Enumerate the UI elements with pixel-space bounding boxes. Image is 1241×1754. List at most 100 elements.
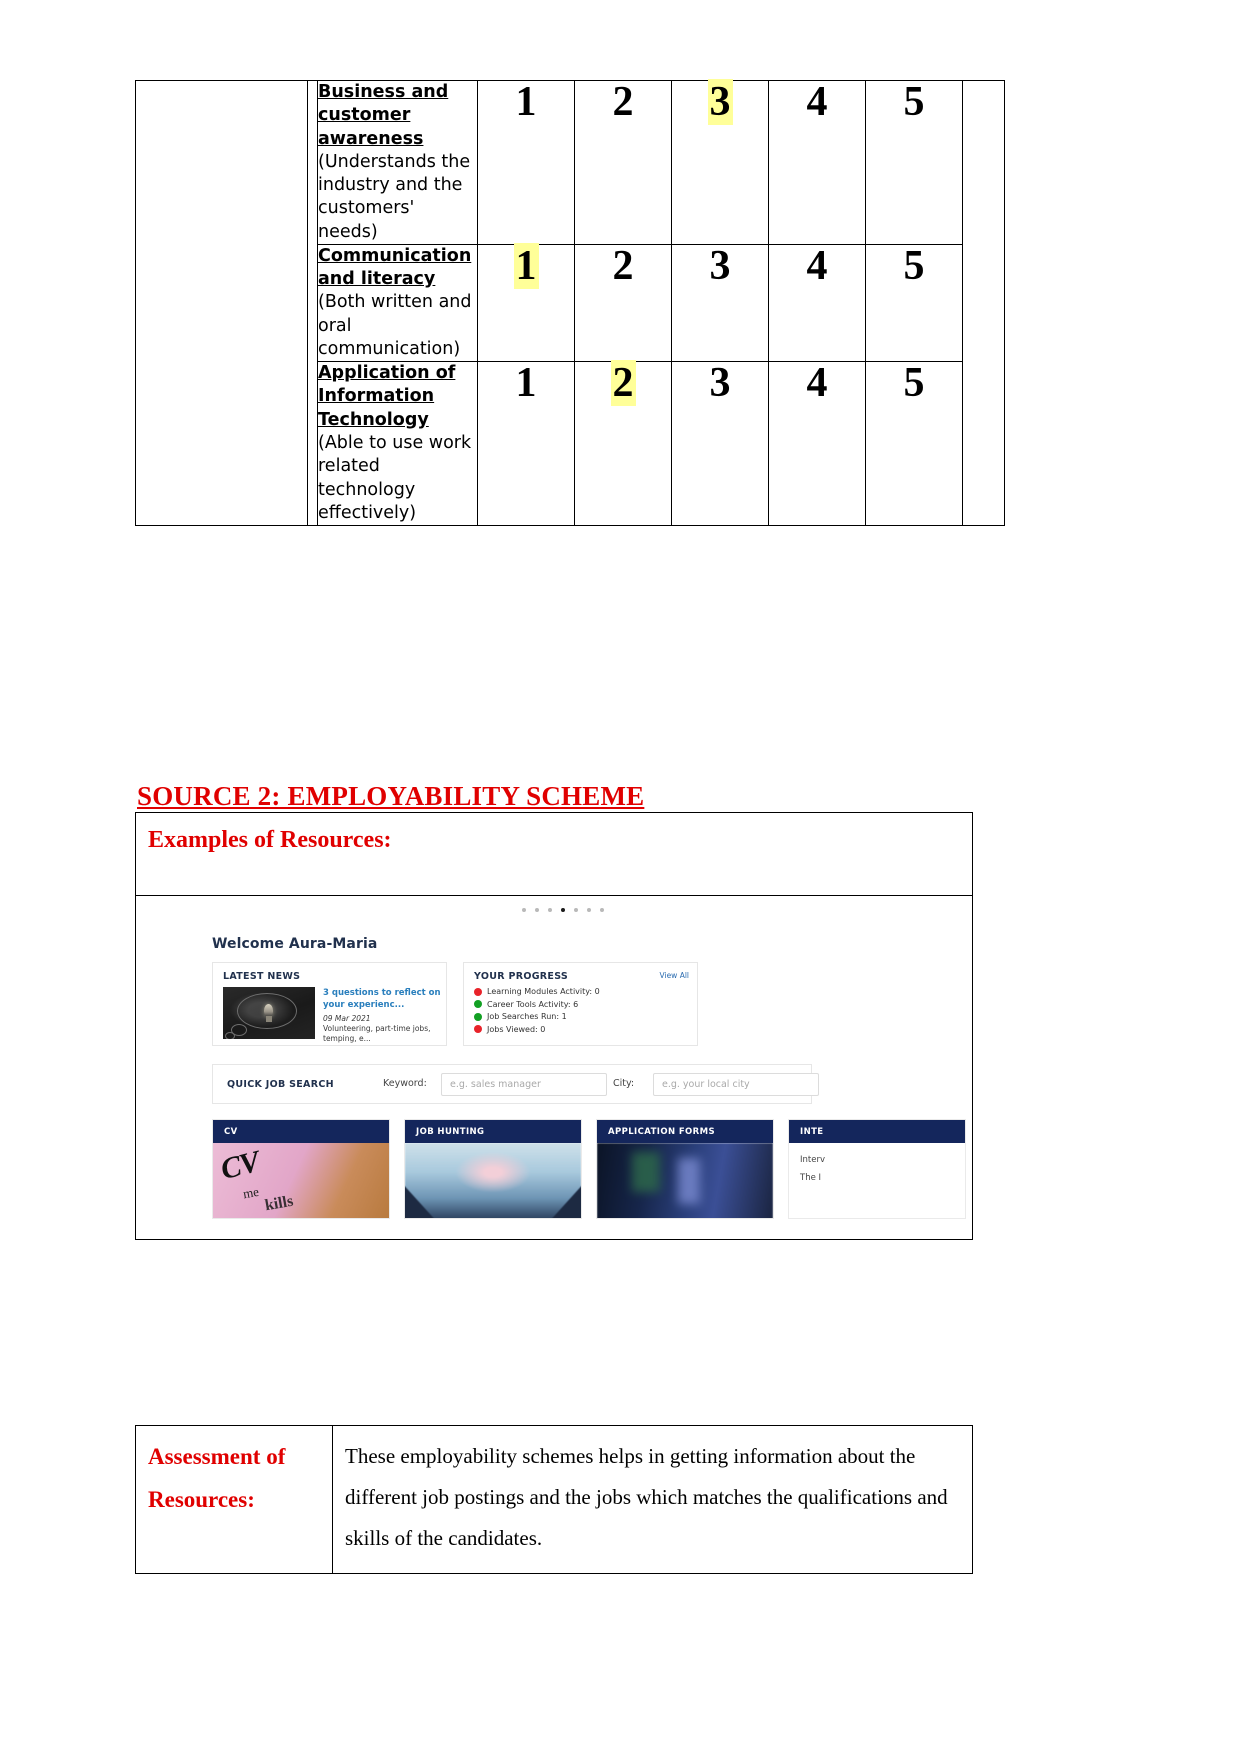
view-all-link[interactable]: View All (660, 971, 689, 980)
carousel-dot-6[interactable] (587, 908, 591, 912)
tile-body-line-1: Interv (800, 1155, 825, 1165)
employability-rating-table: Business and customer awareness (Underst… (135, 79, 1005, 527)
tile-body-text: Interv The I (800, 1152, 825, 1188)
list-item: Learning Modules Activity: 0 (474, 987, 600, 996)
criterion-cell: Business and customer awareness (Underst… (317, 80, 478, 245)
rating-value: 1 (515, 360, 537, 407)
welcome-greeting: Welcome Aura-Maria (212, 936, 378, 952)
list-item: Job Searches Run: 1 (474, 1012, 600, 1021)
news-date: 09 Mar 2021 (323, 1013, 371, 1023)
resources-box-title: Examples of Resources: (148, 827, 392, 853)
progress-label: Job Searches Run: 1 (487, 1012, 567, 1021)
progress-label: Learning Modules Activity: 0 (487, 987, 600, 996)
carousel-dot-2[interactable] (535, 908, 539, 912)
cv-tile-image: CV me kills (213, 1143, 389, 1218)
rating-value: 4 (806, 79, 828, 125)
rating-value: 4 (806, 360, 828, 407)
assessment-body-cell: These employability schemes helps in get… (332, 1425, 973, 1574)
job-hunting-tile-image (405, 1143, 581, 1218)
criterion-subtitle: (Understands the industry and the custom… (318, 151, 471, 242)
tile-job-hunting[interactable]: JOB HUNTING (404, 1119, 582, 1219)
rating-option-3[interactable]: 3 (671, 360, 769, 527)
rating-option-2[interactable]: 2 (574, 79, 672, 245)
carousel-dot-5[interactable] (574, 908, 578, 912)
rating-value-highlighted: 3 (707, 79, 733, 125)
rating-option-3-selected[interactable]: 3 (671, 79, 769, 245)
rating-option-5[interactable]: 5 (865, 79, 963, 245)
news-description: Volunteering, part-time jobs, temping, e… (323, 1023, 431, 1044)
tile-cv[interactable]: CV CV me kills (212, 1119, 390, 1219)
rating-option-1[interactable]: 1 (477, 360, 575, 527)
progress-label: Career Tools Activity: 6 (487, 999, 579, 1009)
criterion-subtitle: (Both written and oral communication) (318, 292, 472, 359)
tile-title: APPLICATION FORMS (597, 1120, 773, 1143)
rating-value: 5 (903, 242, 925, 289)
carousel-dot-4-active[interactable] (561, 908, 565, 912)
your-progress-title: YOUR PROGRESS (474, 971, 569, 982)
tile-title: INTE (789, 1120, 965, 1143)
rating-value: 3 (709, 360, 731, 407)
assessment-body-text: These employability schemes helps in get… (345, 1444, 948, 1550)
carousel-dot-1[interactable] (522, 908, 526, 912)
city-input[interactable]: e.g. your local city (653, 1073, 819, 1096)
rating-option-3[interactable]: 3 (671, 242, 769, 363)
criterion-cell: Application of Information Technology (A… (317, 361, 478, 527)
thought-bubble-tiny-icon (225, 1032, 235, 1039)
criterion-title: Communication and literacy (318, 245, 472, 290)
rating-value: 2 (612, 79, 634, 125)
list-item: Career Tools Activity: 6 (474, 1000, 600, 1009)
divider-column (307, 79, 318, 527)
status-dot-icon (474, 1000, 482, 1008)
keyword-input[interactable]: e.g. sales manager (441, 1073, 607, 1096)
status-dot-icon (474, 987, 482, 996)
table-row: Business and customer awareness (Underst… (135, 79, 1005, 527)
status-dot-icon (474, 1025, 482, 1033)
table-row: Assessment of Resources: These employabi… (135, 1425, 973, 1574)
rating-value-highlighted: 2 (610, 360, 636, 407)
rating-option-1[interactable]: 1 (477, 80, 575, 245)
carousel-dot-3[interactable] (548, 908, 552, 912)
corner-shape-left (405, 1182, 439, 1218)
rating-value: 3 (709, 242, 731, 289)
news-headline[interactable]: 3 questions to reflect on your experienc… (323, 987, 441, 1012)
rating-value: 5 (903, 79, 925, 125)
tile-body-line-2: The I (800, 1172, 822, 1183)
application-forms-tile-image (597, 1143, 773, 1218)
assessment-label: Assessment of Resources: (148, 1444, 286, 1512)
city-label: City: (613, 1078, 635, 1089)
status-dot-icon (474, 1012, 482, 1021)
rating-option-4[interactable]: 4 (768, 360, 866, 527)
rating-option-5[interactable]: 5 (865, 242, 963, 363)
criterion-title: Application of Information Technology (318, 363, 456, 430)
tile-interviews[interactable]: INTE Interv The I (788, 1119, 966, 1219)
your-progress-panel: YOUR PROGRESS View All Learning Modules … (463, 962, 698, 1046)
carousel-dots[interactable] (522, 908, 604, 912)
tile-title: CV (213, 1120, 389, 1143)
keyword-label: Keyword: (383, 1078, 427, 1089)
lightbulb-base-icon (265, 1016, 272, 1022)
rating-value-highlighted: 1 (513, 242, 539, 289)
rating-value: 4 (806, 242, 828, 289)
cv-image-subtext: me (241, 1183, 260, 1202)
rating-table-container: Business and customer awareness (Underst… (135, 79, 1005, 527)
rating-option-2[interactable]: 2 (574, 243, 672, 363)
source-2-heading: SOURCE 2: EMPLOYABILITY SCHEME (137, 781, 645, 811)
assessment-label-cell: Assessment of Resources: (135, 1425, 333, 1574)
rating-option-5[interactable]: 5 (865, 360, 963, 527)
criterion-title: Business and customer awareness (318, 82, 449, 149)
carousel-dot-7[interactable] (600, 908, 604, 912)
rating-option-4[interactable]: 4 (768, 79, 866, 245)
news-text-block: 3 questions to reflect on your experienc… (323, 987, 441, 1045)
tile-application-forms[interactable]: APPLICATION FORMS (596, 1119, 774, 1219)
latest-news-title: LATEST NEWS (223, 971, 301, 982)
rating-option-2-selected[interactable]: 2 (574, 360, 672, 527)
rating-value: 5 (903, 360, 925, 407)
cv-image-text: CV (217, 1144, 263, 1187)
latest-news-panel: LATEST NEWS 3 questions to reflect on yo… (212, 962, 447, 1046)
progress-label: Jobs Viewed: 0 (487, 1024, 546, 1034)
list-item: Jobs Viewed: 0 (474, 1025, 600, 1034)
news-thumbnail-image[interactable] (223, 987, 315, 1039)
progress-list: Learning Modules Activity: 0 Career Tool… (474, 987, 600, 1037)
rating-option-1-selected[interactable]: 1 (477, 242, 575, 363)
rating-option-4[interactable]: 4 (768, 242, 866, 363)
